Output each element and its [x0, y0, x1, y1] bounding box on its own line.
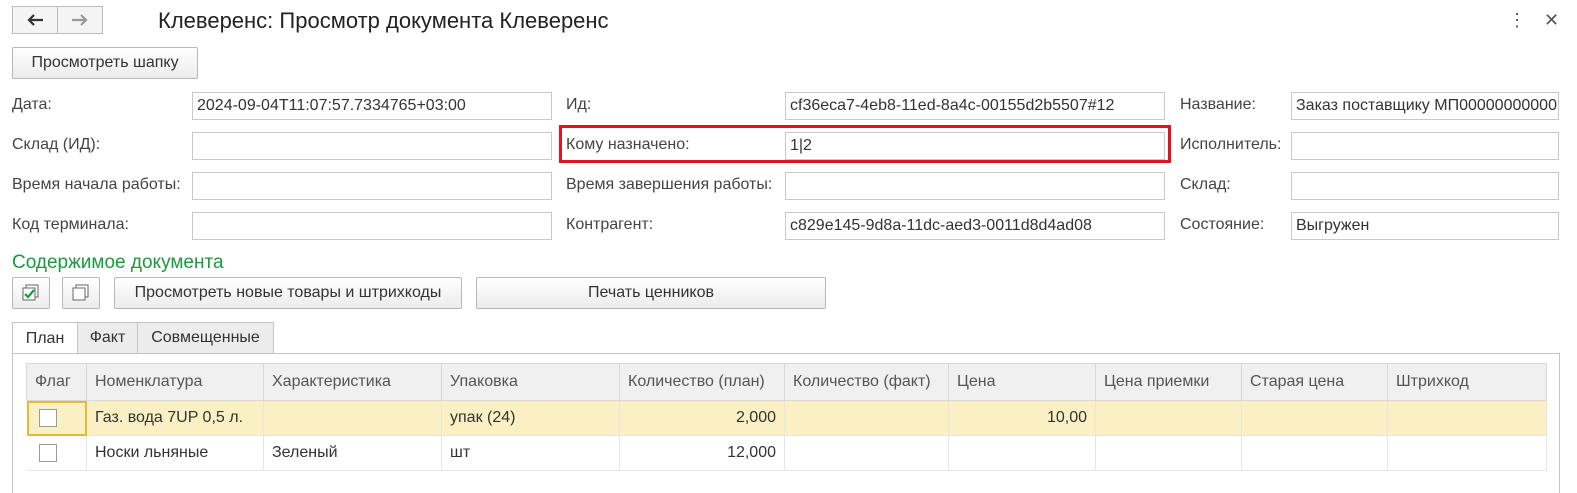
row-checkbox[interactable] [38, 444, 57, 462]
flag-cell[interactable] [26, 435, 87, 471]
qty-plan-cell[interactable]: 12,000 [619, 435, 785, 471]
id-field[interactable]: cf36eca7-4eb8-11ed-8a4c-00155d2b5507#12 [785, 92, 1165, 120]
column-header[interactable]: Характеристика [263, 363, 442, 401]
check-all-icon [22, 284, 39, 301]
warehouse-field[interactable] [1291, 172, 1559, 200]
tab-fact[interactable]: Факт [77, 322, 138, 354]
receipt-price-cell[interactable] [1095, 400, 1242, 436]
window-title: Клеверенс: Просмотр документа Клеверенс [158, 8, 609, 33]
state-field[interactable]: Выгружен [1291, 212, 1559, 240]
column-header[interactable]: Старая цена [1241, 363, 1388, 401]
back-button[interactable] [12, 6, 58, 34]
terminal-code-field[interactable] [192, 212, 552, 240]
close-icon[interactable]: ✕ [1544, 10, 1559, 31]
end-time-label: Время завершения работы: [566, 176, 773, 193]
tab-plan[interactable]: План [12, 322, 78, 355]
table-row[interactable]: Газ. вода 7UP 0,5 л. упак (24) 2,000 10,… [26, 400, 1547, 436]
price-cell[interactable] [948, 435, 1096, 471]
end-time-field[interactable] [785, 172, 1165, 200]
section-title: Содержимое документа [12, 252, 224, 273]
characteristic-cell[interactable] [263, 400, 442, 436]
items-table: Флаг Номенклатура Характеристика Упаковк… [26, 363, 1547, 471]
warehouse-id-label: Склад (ИД): [12, 136, 101, 153]
state-label: Состояние: [1180, 216, 1265, 233]
warehouse-label: Склад: [1180, 176, 1231, 193]
warehouse-id-field[interactable] [192, 132, 552, 160]
more-menu-icon[interactable]: ⋮ [1508, 10, 1526, 31]
item-cell[interactable]: Носки льняные [86, 435, 264, 471]
qty-plan-cell[interactable]: 2,000 [619, 400, 785, 436]
characteristic-cell[interactable]: Зеленый [263, 435, 442, 471]
counterparty-field[interactable]: c829e145-9d8a-11dc-aed3-0011d8d4ad08 [785, 212, 1165, 240]
date-field[interactable]: 2024-09-04T11:07:57.7334765+03:00 [192, 92, 552, 120]
view-new-goods-button[interactable]: Просмотреть новые товары и штрихкоды [114, 277, 462, 309]
start-time-field[interactable] [192, 172, 552, 200]
price-cell[interactable]: 10,00 [948, 400, 1096, 436]
executor-label: Исполнитель: [1180, 136, 1282, 153]
name-label: Название: [1180, 96, 1256, 113]
column-header[interactable]: Цена приемки [1095, 363, 1242, 401]
flag-cell[interactable] [26, 400, 87, 436]
arrow-left-icon [27, 14, 43, 26]
package-cell[interactable]: упак (24) [441, 400, 620, 436]
column-header[interactable]: Штрихкод [1387, 363, 1547, 401]
old-price-cell[interactable] [1241, 400, 1388, 436]
qty-fact-cell[interactable] [784, 435, 949, 471]
arrow-right-icon [72, 14, 88, 26]
id-label: Ид: [566, 96, 592, 113]
executor-field[interactable] [1291, 132, 1559, 160]
old-price-cell[interactable] [1241, 435, 1388, 471]
uncheck-all-icon [72, 284, 89, 301]
forward-button[interactable] [57, 6, 103, 34]
check-all-button[interactable] [12, 277, 50, 309]
terminal-code-label: Код терминала: [12, 216, 129, 233]
column-header[interactable]: Флаг [26, 363, 87, 401]
column-header[interactable]: Цена [948, 363, 1096, 401]
barcode-cell[interactable] [1387, 435, 1547, 471]
assigned-to-label: Кому назначено: [566, 136, 690, 153]
print-price-tags-button[interactable]: Печать ценников [476, 277, 826, 309]
assigned-to-field[interactable]: 1|2 [785, 132, 1165, 160]
package-cell[interactable]: шт [441, 435, 620, 471]
table-header-row: Флаг Номенклатура Характеристика Упаковк… [26, 363, 1547, 401]
barcode-cell[interactable] [1387, 400, 1547, 436]
item-cell[interactable]: Газ. вода 7UP 0,5 л. [86, 400, 264, 436]
table-row[interactable]: Носки льняные Зеленый шт 12,000 [26, 435, 1547, 471]
column-header[interactable]: Номенклатура [86, 363, 264, 401]
name-field[interactable]: Заказ поставщику МП00000000000 [1291, 92, 1559, 120]
column-header[interactable]: Количество (план) [619, 363, 785, 401]
column-header[interactable]: Количество (факт) [784, 363, 949, 401]
receipt-price-cell[interactable] [1095, 435, 1242, 471]
start-time-label: Время начала работы: [12, 176, 181, 193]
column-header[interactable]: Упаковка [441, 363, 620, 401]
date-label: Дата: [12, 96, 52, 113]
counterparty-label: Контрагент: [566, 216, 654, 233]
qty-fact-cell[interactable] [784, 400, 949, 436]
uncheck-all-button[interactable] [62, 277, 100, 309]
view-header-button[interactable]: Просмотреть шапку [12, 47, 198, 79]
tab-combined[interactable]: Совмещенные [137, 322, 274, 354]
row-checkbox[interactable] [38, 409, 57, 427]
